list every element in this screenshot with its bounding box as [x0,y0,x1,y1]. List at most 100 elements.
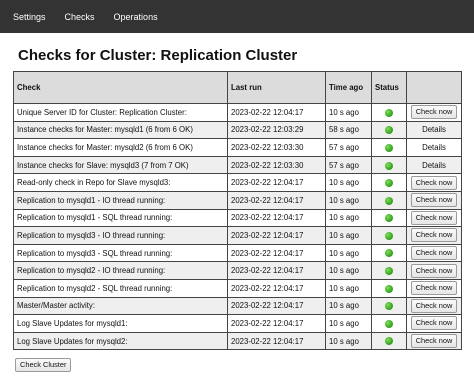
action-cell: Details [406,120,462,140]
status-cell [371,138,407,157]
page-title: Checks for Cluster: Replication Cluster [18,47,298,64]
check-now-button[interactable]: Check now [410,193,458,208]
nav-settings[interactable]: Settings [13,12,46,22]
green-status-icon [385,214,393,223]
time-ago-cell: 10 s ago [325,103,372,122]
action-cell: Details [406,155,462,175]
green-status-icon [385,302,393,311]
status-cell [371,173,407,192]
action-cell: Check now [406,208,462,228]
action-cell: Check now [406,103,462,122]
last-run-cell: 2023-02-22 12:03:30 [227,155,326,175]
time-ago-cell: 10 s ago [325,208,372,228]
last-run-cell: 2023-02-22 12:04:17 [227,190,326,210]
time-ago-cell: 10 s ago [325,226,372,245]
status-cell [371,331,407,351]
time-ago-cell: 10 s ago [325,331,372,351]
check-now-button[interactable]: Check now [410,175,458,190]
check-now-button[interactable]: Check now [410,263,458,278]
status-cell [371,226,407,245]
check-now-button[interactable]: Check now [410,210,458,225]
status-cell [371,155,407,175]
table-row: Instance checks for Master: mysqld2 (6 f… [13,138,462,157]
column-header-check: Check [13,71,228,104]
last-run-cell: 2023-02-22 12:04:17 [227,278,326,298]
status-cell [371,243,407,263]
time-ago-cell: 10 s ago [325,190,372,210]
check-now-button[interactable]: Check now [410,316,458,331]
action-cell: Check now [406,173,462,192]
action-cell: Check now [406,331,462,351]
table-row: Log Slave Updates for mysqld2: 2023-02-22… [13,331,462,351]
check-name-cell: Master/Master activity: [13,296,228,316]
table-row: Replication to mysqld3 - SQL thread runn… [13,243,462,263]
check-name-cell: Replication to mysqld3 - SQL thread runn… [13,243,228,263]
check-now-button[interactable]: Check now [410,281,458,296]
green-status-icon [385,231,393,240]
last-run-cell: 2023-02-22 12:04:17 [227,261,326,280]
status-cell [371,296,407,316]
green-status-icon [385,126,393,135]
green-status-icon [385,267,393,276]
details-link[interactable]: Details [422,161,446,170]
details-link[interactable]: Details [422,125,446,134]
action-cell: Check now [406,226,462,245]
last-run-cell: 2023-02-22 12:04:17 [227,296,326,316]
table-row: Replication to mysqld1 - IO thread runni… [13,190,462,210]
check-name-cell: Replication to mysqld2 - IO thread runni… [13,261,228,280]
status-cell [371,190,407,210]
green-status-icon [385,108,393,117]
action-cell: Check now [406,261,462,280]
check-name-cell: Instance checks for Master: mysqld1 (6 f… [13,120,228,140]
status-cell [371,261,407,280]
green-status-icon [385,284,393,293]
checks-table-body: Unique Server ID for Cluster: Replicatio… [13,103,462,351]
last-run-cell: 2023-02-22 12:04:17 [227,103,326,122]
green-status-icon [385,143,393,152]
last-run-cell: 2023-02-22 12:04:17 [227,226,326,245]
last-run-cell: 2023-02-22 12:04:17 [227,173,326,192]
green-status-icon [385,337,393,346]
check-now-button[interactable]: Check now [410,228,458,243]
top-nav-bar: Settings Checks Operations [0,0,474,33]
check-now-button[interactable]: Check now [410,334,458,349]
action-cell: Check now [406,278,462,298]
check-name-cell: Read-only check in Repo for Slave mysqld… [13,173,228,192]
table-row: Unique Server ID for Cluster: Replicatio… [13,103,462,122]
details-link[interactable]: Details [422,143,446,152]
column-header-action [406,71,462,104]
check-cluster-button[interactable]: Check Cluster [15,358,72,372]
check-name-cell: Replication to mysqld1 - SQL thread runn… [13,208,228,228]
table-row: Log Slave Updates for mysqld1: 2023-02-22… [13,314,462,333]
check-now-button[interactable]: Check now [410,298,458,313]
green-status-icon [385,179,393,188]
time-ago-cell: 10 s ago [325,243,372,263]
status-cell [371,314,407,333]
check-name-cell: Replication to mysqld3 - IO thread runni… [13,226,228,245]
check-name-cell: Replication to mysqld2 - SQL thread runn… [13,278,228,298]
check-now-button[interactable]: Check now [410,246,458,261]
time-ago-cell: 10 s ago [325,278,372,298]
time-ago-cell: 58 s ago [325,120,372,140]
table-row: Replication to mysqld1 - SQL thread runn… [13,208,462,228]
action-cell: Check now [406,296,462,316]
time-ago-cell: 10 s ago [325,261,372,280]
action-cell: Check now [406,190,462,210]
action-cell: Check now [406,243,462,263]
time-ago-cell: 10 s ago [325,296,372,316]
last-run-cell: 2023-02-22 12:03:29 [227,120,326,140]
nav-operations[interactable]: Operations [114,12,158,22]
check-now-button[interactable]: Check now [410,105,458,120]
status-cell [371,208,407,228]
column-header-status: Status [371,71,407,104]
time-ago-cell: 10 s ago [325,314,372,333]
check-name-cell: Log Slave Updates for mysqld1: [13,314,228,333]
column-header-time-ago: Time ago [325,71,372,104]
green-status-icon [385,196,393,205]
nav-checks[interactable]: Checks [65,12,95,22]
check-name-cell: Log Slave Updates for mysqld2: [13,331,228,351]
last-run-cell: 2023-02-22 12:04:17 [227,243,326,263]
checks-table: Check Last run Time ago Status Unique Se… [13,71,462,351]
check-name-cell: Unique Server ID for Cluster: Replicatio… [13,103,228,122]
last-run-cell: 2023-02-22 12:04:17 [227,208,326,228]
